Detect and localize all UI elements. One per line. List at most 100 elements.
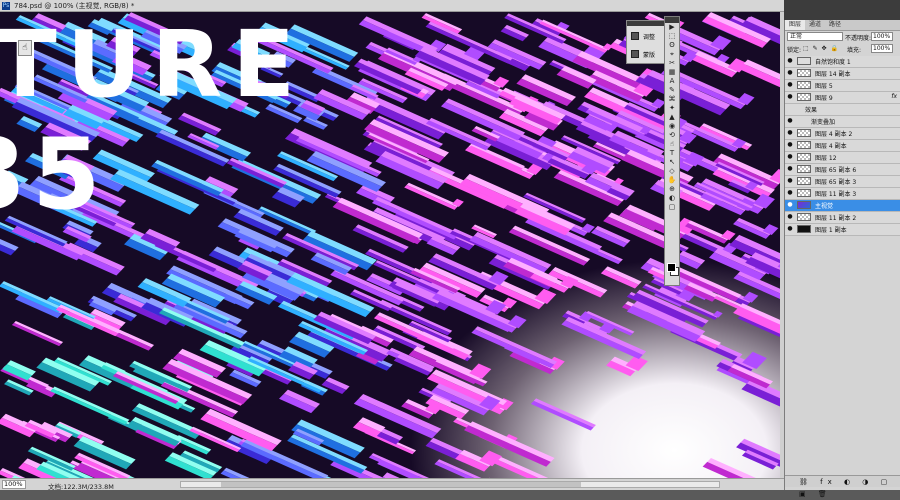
tool-20-icon[interactable]: ▢ bbox=[665, 203, 679, 212]
layer-thumbnail bbox=[797, 189, 811, 197]
mini-panel-adjust[interactable]: 调整 bbox=[629, 29, 663, 43]
layer-thumbnail bbox=[797, 177, 811, 185]
mini-panel-header[interactable] bbox=[627, 21, 665, 26]
horizontal-scrollbar[interactable] bbox=[180, 481, 720, 488]
adjustments-mini-panel: 调整 蒙版 bbox=[626, 20, 666, 64]
layer-row[interactable]: 效果 bbox=[785, 104, 900, 116]
fill-field[interactable]: 100% bbox=[871, 44, 893, 53]
mask-label: 蒙版 bbox=[643, 50, 655, 59]
layer-row[interactable]: ●主视觉 bbox=[785, 200, 900, 212]
document-canvas[interactable]: TURE 35 bbox=[0, 12, 780, 478]
artwork: TURE 35 bbox=[0, 12, 780, 478]
visibility-eye-icon[interactable]: ● bbox=[786, 153, 794, 161]
tool-11-icon[interactable]: ◉ bbox=[665, 122, 679, 131]
tool-0-icon[interactable]: ▶ bbox=[665, 23, 679, 32]
layer-row[interactable]: ● 图层 11 副本 2 bbox=[785, 212, 900, 224]
visibility-eye-icon[interactable]: ● bbox=[786, 189, 794, 197]
layer-row[interactable]: ●图层 9fx bbox=[785, 92, 900, 104]
layer-thumbnail bbox=[797, 129, 811, 137]
visibility-eye-icon[interactable]: ● bbox=[786, 165, 794, 173]
visibility-eye-icon[interactable]: ● bbox=[786, 81, 794, 89]
layer-row[interactable]: ● 渐变叠加 bbox=[785, 116, 900, 128]
tool-8-icon[interactable]: ⌘ bbox=[665, 95, 679, 104]
layer-thumbnail bbox=[797, 57, 811, 65]
layer-name: 渐变叠加 bbox=[811, 117, 835, 126]
layer-name: 图层 11 副本 2 bbox=[815, 213, 856, 222]
tool-13-icon[interactable]: ☝ bbox=[665, 140, 679, 149]
foreground-color-swatch[interactable] bbox=[667, 263, 676, 272]
mini-panel-mask[interactable]: 蒙版 bbox=[629, 47, 663, 61]
layer-thumbnail bbox=[797, 93, 811, 101]
tool-10-icon[interactable]: ▲ bbox=[665, 113, 679, 122]
document-titlebar: Ps 784.psd @ 100% (主视觉, RGB/8) * bbox=[0, 0, 784, 12]
layer-name: 图层 1 副本 bbox=[815, 225, 847, 234]
visibility-eye-icon[interactable]: ● bbox=[786, 201, 794, 209]
layer-name: 效果 bbox=[805, 105, 817, 114]
layer-thumbnail bbox=[797, 69, 811, 77]
tool-18-icon[interactable]: ⊕ bbox=[665, 185, 679, 194]
visibility-eye-icon[interactable]: ● bbox=[786, 69, 794, 77]
layer-row[interactable]: ●图层 4 副本 2 bbox=[785, 128, 900, 140]
layer-thumbnail bbox=[797, 81, 811, 89]
tool-9-icon[interactable]: ✦ bbox=[665, 104, 679, 113]
visibility-eye-icon[interactable]: ● bbox=[786, 93, 794, 101]
layer-row[interactable]: ●图层 11 副本 3 bbox=[785, 188, 900, 200]
tool-6-icon[interactable]: A bbox=[665, 77, 679, 86]
fill-label: 填充: bbox=[847, 45, 861, 54]
panel-dock-header bbox=[784, 0, 900, 20]
layer-row[interactable]: ●图层 65 副本 3 bbox=[785, 176, 900, 188]
layer-row[interactable]: ●图层 65 副本 6 bbox=[785, 164, 900, 176]
tool-17-icon[interactable]: ✋ bbox=[665, 176, 679, 185]
layer-row[interactable]: ●自然饱和度 1 bbox=[785, 56, 900, 68]
tool-5-icon[interactable]: ▦ bbox=[665, 68, 679, 77]
visibility-eye-icon[interactable]: ● bbox=[786, 117, 794, 125]
tool-3-icon[interactable]: ⌖ bbox=[665, 50, 679, 59]
tool-7-icon[interactable]: ✎ bbox=[665, 86, 679, 95]
tool-14-icon[interactable]: T bbox=[665, 149, 679, 158]
layer-thumbnail bbox=[797, 225, 811, 233]
layer-row[interactable]: ● 图层 1 副本 bbox=[785, 224, 900, 236]
scroll-thumb[interactable] bbox=[221, 482, 581, 487]
adjust-icon bbox=[631, 32, 639, 40]
zoom-field[interactable]: 100% bbox=[2, 480, 26, 489]
hand-tool-icon[interactable]: ☝ bbox=[18, 40, 32, 56]
tool-16-icon[interactable]: ◇ bbox=[665, 167, 679, 176]
blend-row: 正常 不透明度: 100% bbox=[785, 32, 900, 42]
layers-panel-footer[interactable]: ⛓ fx ◐ ◑ ▢ ▣ 🗑 bbox=[785, 475, 900, 487]
visibility-eye-icon[interactable]: ● bbox=[786, 225, 794, 233]
layer-row[interactable]: ●图层 12 bbox=[785, 152, 900, 164]
blend-mode-select[interactable]: 正常 bbox=[787, 32, 843, 41]
visibility-eye-icon[interactable]: ● bbox=[786, 141, 794, 149]
layers-panel: 图层通道路径 正常 不透明度: 100% 锁定: ⬚ ✎ ✥ 🔒 填充: 100… bbox=[784, 20, 900, 490]
tool-12-icon[interactable]: ⟲ bbox=[665, 131, 679, 140]
headline-line-2: 35 bbox=[0, 118, 106, 232]
tool-1-icon[interactable]: ⬚ bbox=[665, 32, 679, 41]
tool-4-icon[interactable]: ✂ bbox=[665, 59, 679, 68]
opacity-label: 不透明度: bbox=[845, 33, 871, 42]
layers-list: ●自然饱和度 1●图层 14 副本●图层 5●图层 9fx效果●渐变叠加●图层 … bbox=[785, 56, 900, 236]
layer-row[interactable]: ● 图层 4 副本 bbox=[785, 140, 900, 152]
layer-thumbnail bbox=[797, 153, 811, 161]
layer-row[interactable]: ●图层 5 bbox=[785, 80, 900, 92]
visibility-eye-icon[interactable] bbox=[786, 105, 794, 113]
layer-thumbnail bbox=[797, 213, 811, 221]
document-title: 784.psd @ 100% (主视觉, RGB/8) * bbox=[14, 1, 134, 11]
visibility-eye-icon[interactable]: ● bbox=[786, 57, 794, 65]
visibility-eye-icon[interactable]: ● bbox=[786, 177, 794, 185]
visibility-eye-icon[interactable]: ● bbox=[786, 129, 794, 137]
tool-19-icon[interactable]: ◐ bbox=[665, 194, 679, 203]
opacity-field[interactable]: 100% bbox=[871, 32, 893, 41]
visibility-eye-icon[interactable]: ● bbox=[786, 213, 794, 221]
mask-icon bbox=[631, 50, 639, 58]
panel-tabs: 图层通道路径 bbox=[785, 20, 900, 31]
tool-2-icon[interactable]: ʘ bbox=[665, 41, 679, 50]
layer-row[interactable]: ●图层 14 副本 bbox=[785, 68, 900, 80]
tab-paths[interactable]: 路径 bbox=[825, 20, 845, 30]
layer-name: 图层 4 副本 bbox=[815, 141, 847, 150]
tool-15-icon[interactable]: ↖ bbox=[665, 158, 679, 167]
tab-layers[interactable]: 图层 bbox=[785, 20, 805, 30]
lock-icons[interactable]: ⬚ ✎ ✥ 🔒 bbox=[803, 45, 839, 52]
tab-channels[interactable]: 通道 bbox=[805, 20, 825, 30]
toolbox: ▶⬚ʘ⌖✂▦A✎⌘✦▲◉⟲☝T↖◇✋⊕◐▢ bbox=[664, 16, 680, 286]
photoshop-icon: Ps bbox=[2, 2, 10, 10]
